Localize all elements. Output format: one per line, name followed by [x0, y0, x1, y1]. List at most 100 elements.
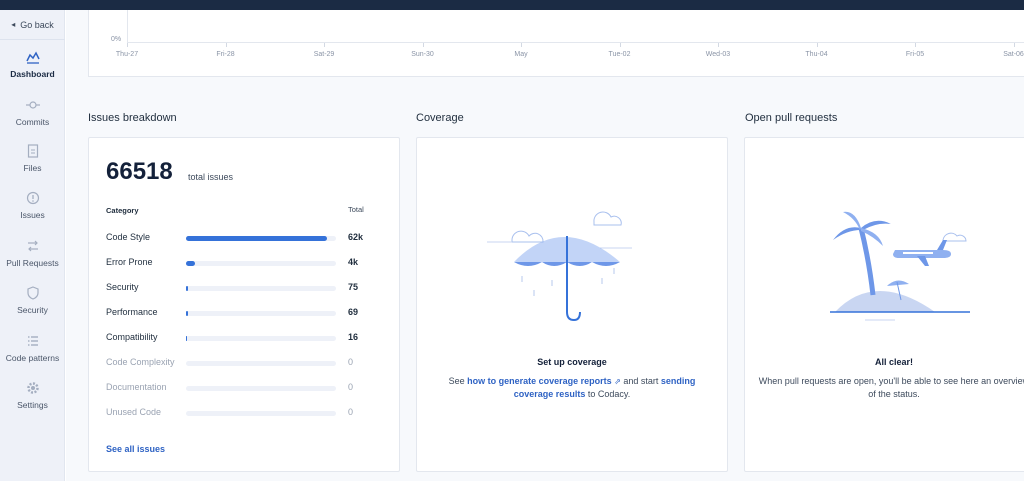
open-pull-requests-card: All clear! When pull requests are open, …	[744, 137, 1024, 472]
issue-bar-fill	[186, 236, 327, 241]
sidebar-item-files[interactable]: Files	[0, 144, 65, 173]
sidebar-item-label: Files	[23, 163, 42, 173]
issue-bar-track	[186, 236, 336, 241]
issue-category-count: 16	[348, 332, 359, 342]
sidebar: ◂ Go back Dashboard Commits Files Issues…	[0, 10, 65, 481]
issue-category-row[interactable]: Code Style 62k	[106, 232, 386, 246]
chart-x-tick-mark	[225, 43, 227, 47]
issue-category-count: 0	[348, 382, 354, 392]
issue-category-row[interactable]: Unused Code 0	[106, 407, 386, 421]
pull-request-icon	[27, 240, 38, 252]
chart-x-tick-label: Wed-03	[705, 51, 731, 58]
issue-bar-fill	[186, 286, 188, 291]
total-issues-count: 66518	[106, 158, 173, 185]
chart-x-tick-label: Fri-05	[905, 51, 925, 58]
issue-bar-track	[186, 411, 336, 416]
issue-category-label: Code Complexity	[106, 357, 175, 367]
issue-category-count: 62k	[348, 232, 364, 242]
pull-requests-section-title: Open pull requests	[745, 112, 838, 124]
chart-x-tick-mark	[718, 43, 719, 47]
issue-category-row[interactable]: Error Prone 4k	[106, 257, 386, 271]
sidebar-item-code-patterns[interactable]: Code patterns	[0, 334, 65, 363]
chart-y-label: 0%	[111, 36, 122, 43]
issues-breakdown-card: 66518 total issues Category Total Code S…	[88, 137, 400, 472]
issue-bar-track	[186, 361, 336, 366]
coverage-section-title: Coverage	[416, 112, 464, 124]
sidebar-item-label: Settings	[17, 400, 48, 410]
chart-x-tick-label: Thu-04	[805, 51, 828, 58]
arrow-left-icon: ◂	[11, 20, 16, 29]
issue-category-row[interactable]: Code Complexity 0	[106, 357, 386, 371]
chart-x-tick-mark	[324, 43, 325, 47]
commit-icon	[25, 101, 40, 109]
issue-category-count: 0	[348, 407, 354, 417]
issues-section-title: Issues breakdown	[88, 112, 177, 124]
go-back-button[interactable]: ◂ Go back	[0, 10, 65, 40]
sidebar-item-label: Commits	[15, 117, 50, 127]
sidebar-item-commits[interactable]: Commits	[0, 98, 65, 127]
issue-bar-fill	[186, 336, 187, 341]
issue-category-row[interactable]: Performance 69	[106, 307, 386, 321]
issue-category-label: Unused Code	[106, 407, 162, 417]
coverage-card: Set up coverage See how to generate cove…	[416, 137, 728, 472]
see-all-issues-link[interactable]: See all issues	[106, 444, 165, 454]
activity-chart: 0% Thu-27 Fri-28 Sat-29 Sun-30 May Tue-02 Wed-…	[88, 10, 1024, 77]
total-issues-label: total issues	[188, 172, 234, 182]
issue-bar-track	[186, 336, 336, 341]
chart-x-tick-label: Thu-27	[115, 51, 139, 58]
issue-bar-track	[186, 286, 336, 291]
sidebar-item-label: Security	[17, 305, 48, 315]
list-icon	[27, 336, 38, 346]
issue-category-count: 69	[348, 307, 359, 317]
issue-category-label: Security	[106, 282, 139, 292]
sidebar-item-issues[interactable]: Issues	[0, 191, 65, 220]
pull-requests-heading: All clear!	[874, 357, 914, 367]
sidebar-item-security[interactable]: Security	[0, 286, 65, 315]
go-back-label: Go back	[20, 19, 54, 30]
chart-y-axis	[127, 10, 128, 43]
chart-x-tick-mark	[619, 43, 621, 47]
issue-category-count: 0	[348, 357, 354, 367]
issue-bar-fill	[186, 311, 188, 316]
issue-category-row[interactable]: Compatibility 16	[106, 332, 386, 346]
chart-x-tick-mark	[521, 43, 522, 47]
chart-x-tick-mark	[127, 43, 128, 47]
main-content: 0% Thu-27 Fri-28 Sat-29 Sun-30 May Tue-02 Wed-…	[66, 10, 1024, 481]
issue-category-label: Performance	[106, 307, 158, 317]
sidebar-item-dashboard[interactable]: Dashboard	[0, 50, 65, 79]
chart-x-tick-label: Sat-06	[1003, 51, 1024, 58]
sidebar-item-label: Issues	[20, 210, 45, 220]
chart-x-tick-mark	[915, 43, 916, 47]
sidebar-item-pull-requests[interactable]: Pull Requests	[0, 239, 65, 268]
issue-category-count: 75	[348, 282, 359, 292]
dashboard-icon	[25, 51, 40, 64]
issue-category-label: Error Prone	[106, 257, 153, 267]
issue-category-row[interactable]: Documentation 0	[106, 382, 386, 396]
issue-bar-fill	[186, 261, 195, 266]
gear-icon	[26, 382, 39, 394]
coverage-reports-link[interactable]: how to generate coverage reports	[467, 376, 612, 386]
chart-x-tick-label: Fri-28	[216, 51, 235, 58]
chart-x-tick-mark	[422, 43, 424, 47]
issue-bar-track	[186, 261, 336, 266]
sidebar-item-settings[interactable]: Settings	[0, 381, 65, 410]
umbrella-illustration	[487, 211, 632, 322]
file-icon	[27, 144, 38, 158]
pull-requests-description: When pull requests are open, you'll be a…	[758, 376, 1024, 399]
sidebar-item-label: Dashboard	[10, 69, 55, 79]
beach-illustration	[830, 211, 970, 321]
chart-x-tick-label: Sat-29	[313, 51, 335, 58]
total-column-header: Total	[348, 205, 364, 214]
issue-bar-track	[186, 386, 336, 391]
coverage-description: See how to generate coverage reports ⇗ a…	[448, 376, 696, 399]
chart-baseline	[127, 42, 1024, 43]
chart-x-tick-mark	[816, 43, 818, 47]
issue-category-row[interactable]: Security 75	[106, 282, 386, 296]
issue-category-label: Documentation	[106, 382, 167, 392]
coverage-heading: Set up coverage	[537, 357, 607, 367]
sidebar-item-label: Code patterns	[5, 353, 60, 363]
category-column-header: Category	[106, 206, 139, 215]
issue-category-label: Compatibility	[106, 332, 158, 342]
issues-icon	[26, 191, 39, 205]
shield-icon	[26, 286, 39, 300]
